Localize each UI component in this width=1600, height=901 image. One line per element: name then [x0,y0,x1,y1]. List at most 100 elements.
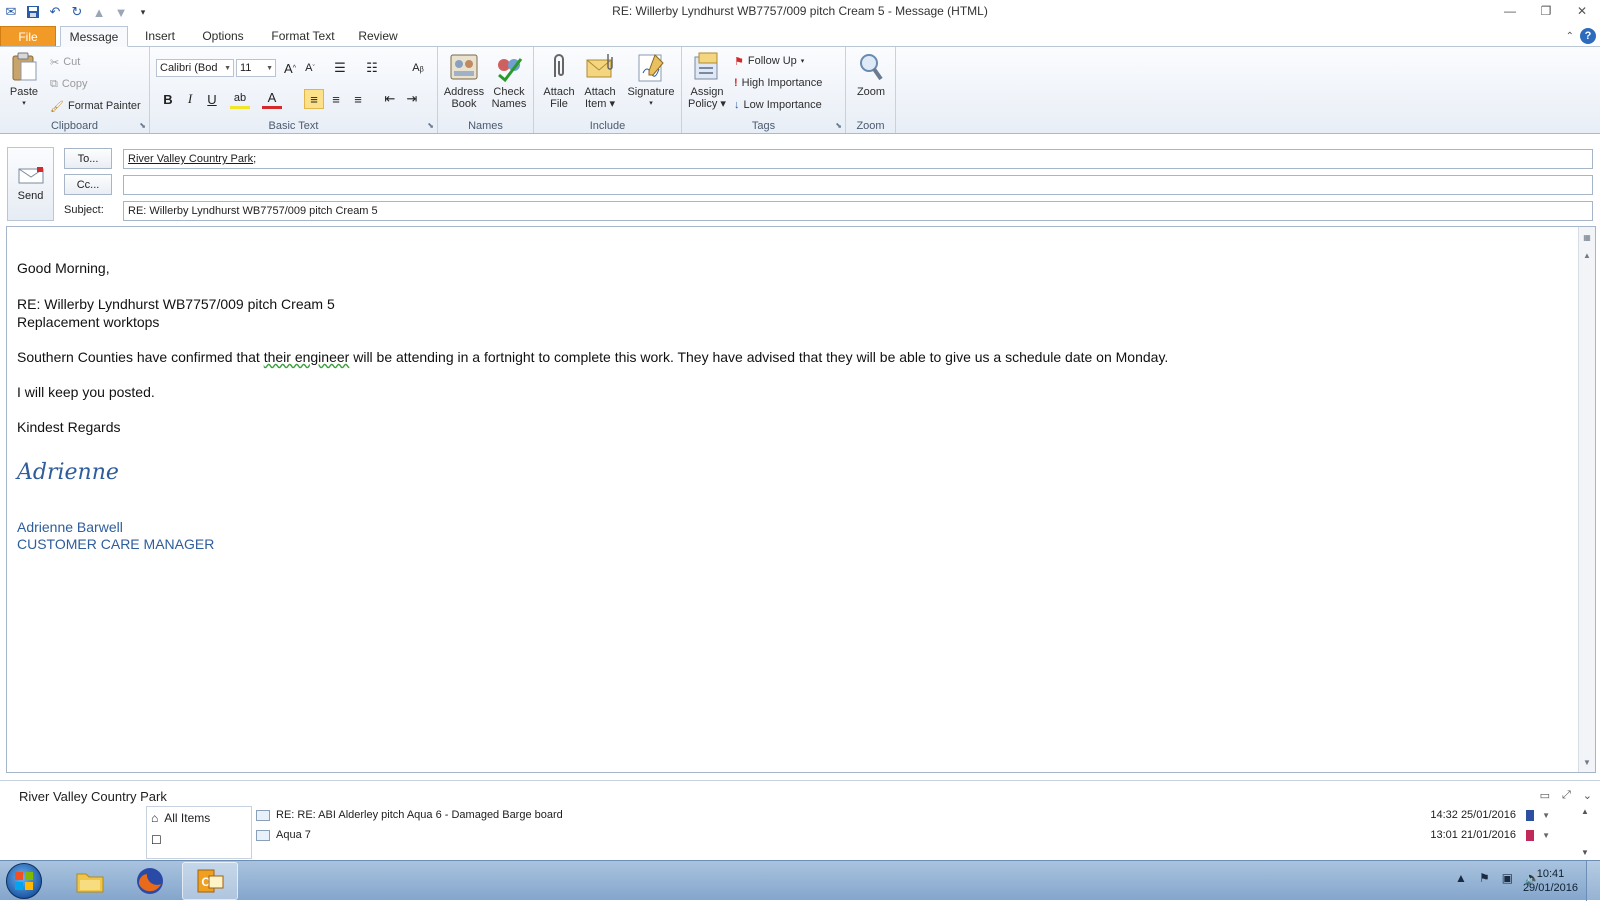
expand-icon[interactable]: ⤢ [1562,789,1571,802]
clipboard-group: Paste ▾ ✂ Cut ⧉ Copy 🖌 Format Painter Clipb… [0,47,150,133]
action-center-flag-icon[interactable]: ⚑ [1479,871,1490,885]
paste-button[interactable]: Paste ▾ [6,51,42,110]
minimize-button[interactable]: — [1492,0,1528,22]
help-icon[interactable]: ? [1580,28,1596,44]
attach-item-button[interactable]: Attach Item ▾ [580,51,620,110]
signature-button[interactable]: Signature ▾ [624,51,678,110]
spelling-flag[interactable]: their engineer [264,349,350,365]
low-importance-button[interactable]: ↓ Low Importance [734,96,822,114]
network-icon[interactable]: ▣ [1502,871,1513,885]
check-names-button[interactable]: Check Names [488,51,530,110]
scroll-down-icon[interactable]: ▼ [1579,754,1595,770]
people-pane-scrollbar[interactable]: ▲ ▼ [1578,807,1592,857]
align-right-icon[interactable]: ≡ [348,89,368,109]
red-flag-icon: ⚑ [734,55,744,68]
highlight-icon[interactable]: ab [230,89,250,109]
tab-file[interactable]: File [0,26,56,46]
font-name-combo[interactable]: Calibri (Bod ▼ [156,59,234,77]
show-hidden-icons-icon[interactable]: ▲ [1455,871,1467,885]
minimize-ribbon-icon[interactable]: ⌃ [1566,31,1574,42]
tab-review[interactable]: Review [350,26,406,46]
tab-message[interactable]: Message [60,26,128,47]
bold-icon[interactable]: B [158,89,178,109]
scroll-up-icon[interactable]: ▲ [1579,247,1595,263]
dropdown-icon[interactable]: ▼ [1542,811,1550,820]
bullets-icon[interactable]: ☰ [330,58,350,78]
subject-field[interactable]: RE: Willerby Lyndhurst WB7757/009 pitch … [123,201,1593,221]
folder-icon [76,873,104,893]
align-left-icon[interactable]: ≡ [304,89,324,109]
decrease-indent-icon[interactable]: ⇤ [380,89,400,109]
numbering-icon[interactable]: ☷ [362,58,382,78]
clear-formatting-icon[interactable]: Aᵦ [408,58,428,78]
names-group-label: Names [468,120,503,132]
tab-format-text[interactable]: Format Text [264,26,342,46]
category-icon [1526,809,1534,821]
people-pane-contact: River Valley Country Park [19,789,167,804]
body-scrollbar[interactable]: ▦ ▲ ▼ [1578,227,1595,772]
underline-icon[interactable]: U [202,89,222,109]
envelope-icon [586,54,613,78]
start-button[interactable] [6,863,42,899]
filter-activities[interactable]: ☐ [151,833,162,847]
scroll-down-icon[interactable]: ▼ [1581,848,1589,857]
show-desktop-button[interactable] [1586,861,1600,901]
font-size-combo[interactable]: 11 ▼ [236,59,276,77]
subject-label: Subject: [64,204,104,216]
copy-button[interactable]: ⧉ Copy [50,75,88,93]
ruler-icon[interactable]: ▦ [1579,229,1595,245]
tags-group: Assign Policy ▾ ⚑ Follow Up ▾ ! High Import… [682,47,846,133]
signature-title: CUSTOMER CARE MANAGER [17,536,215,552]
assign-policy-button[interactable]: Assign Policy ▾ [686,51,728,110]
list-item[interactable]: Aqua 7 13:01 21/01/2016 ▼ [256,826,1576,844]
scissors-icon: ✂ [50,56,60,69]
recipient-name[interactable]: River Valley Country Park [128,153,253,165]
tab-options[interactable]: Options [194,26,252,46]
cc-button[interactable]: Cc... [64,174,112,195]
home-icon: ⌂ [151,811,159,825]
zoom-button[interactable]: Zoom [851,51,891,98]
dialog-launcher-icon[interactable]: ⬊ [139,121,146,130]
high-importance-button[interactable]: ! High Importance [734,74,822,92]
shrink-font-icon[interactable]: Aˇ [300,58,320,78]
to-button[interactable]: To... [64,148,112,169]
attach-file-button[interactable]: Attach File [540,51,578,110]
restore-button[interactable]: ❐ [1528,0,1564,22]
zoom-group: Zoom Zoom [846,47,896,133]
scroll-up-icon[interactable]: ▲ [1581,807,1589,816]
list-item[interactable]: RE: RE: ABI Alderley pitch Aqua 6 - Dama… [256,806,1576,824]
cut-button[interactable]: ✂ Cut [50,53,80,71]
down-arrow-icon: ↓ [734,99,740,111]
zoom-group-label: Zoom [856,120,885,132]
dialog-launcher-icon[interactable]: ⬊ [427,121,434,130]
format-painter-button[interactable]: 🖌 Format Painter [50,97,141,115]
filter-all-items[interactable]: ⌂ All Items [151,811,210,825]
message-body[interactable]: Good Morning, RE: Willerby Lyndhurst WB7… [6,226,1596,773]
explorer-taskbar-button[interactable] [62,862,118,900]
copy-icon: ⧉ [50,77,58,90]
signature-icon [638,54,664,82]
font-color-icon[interactable]: A [262,89,282,109]
people-pane-view-icon[interactable]: ▭ [1540,789,1550,802]
align-center-icon[interactable]: ≡ [326,89,346,109]
close-button[interactable]: ✕ [1564,0,1600,22]
clock[interactable]: 10:41 29/01/2016 [1523,867,1578,895]
greeting: Good Morning, [17,260,110,276]
include-group-label: Include [589,120,626,132]
outlook-taskbar-button[interactable]: O [182,862,238,900]
address-book-button[interactable]: Address Book [442,51,486,110]
dialog-launcher-icon[interactable]: ⬊ [835,121,842,130]
to-field[interactable]: River Valley Country Park; [123,149,1593,169]
tab-insert[interactable]: Insert [134,26,186,46]
send-button[interactable]: Send [7,147,54,221]
italic-icon[interactable]: I [180,89,200,109]
cc-field[interactable] [123,175,1593,195]
increase-indent-icon[interactable]: ⇥ [402,89,422,109]
firefox-taskbar-button[interactable] [122,862,178,900]
dropdown-icon[interactable]: ▼ [1542,831,1550,840]
magnifier-icon [860,54,883,81]
firefox-icon [137,868,163,894]
collapse-chevron-icon[interactable]: ⌄ [1583,789,1592,802]
follow-up-button[interactable]: ⚑ Follow Up ▾ [734,52,804,70]
grow-font-icon[interactable]: A ^ [280,58,300,78]
